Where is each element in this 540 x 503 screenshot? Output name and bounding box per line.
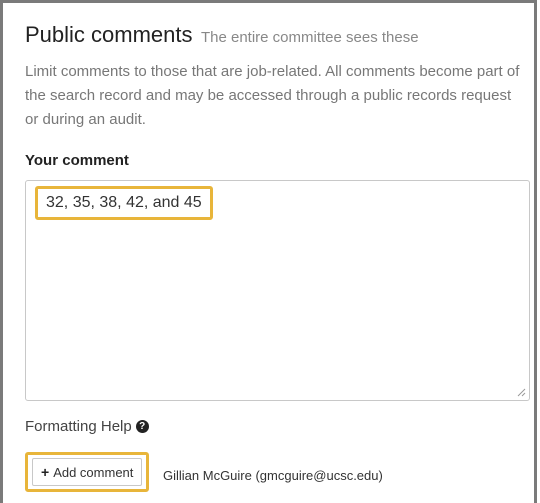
help-text: Limit comments to those that are job-rel… <box>25 63 520 128</box>
formatting-help[interactable]: Formatting Help ? <box>25 418 149 435</box>
section-heading: Public comments The entire committee see… <box>25 22 419 48</box>
section-subtitle: The entire committee sees these <box>200 29 419 46</box>
comment-value-highlight: 32, 35, 38, 42, and 45 <box>35 186 213 220</box>
section-title: Public comments <box>25 22 193 47</box>
question-circle-icon[interactable]: ? <box>135 420 149 433</box>
add-comment-button[interactable]: + Add comment <box>32 458 143 486</box>
comment-author: Gillian McGuire (gmcguire@ucsc.edu) <box>163 468 383 483</box>
comment-label: Your comment <box>25 152 129 169</box>
formatting-help-label[interactable]: Formatting Help <box>25 418 132 435</box>
add-comment-label: Add comment <box>53 464 134 480</box>
plus-icon: + <box>41 464 50 480</box>
add-comment-highlight: + Add comment <box>25 452 150 492</box>
resize-handle-icon[interactable] <box>517 388 526 397</box>
